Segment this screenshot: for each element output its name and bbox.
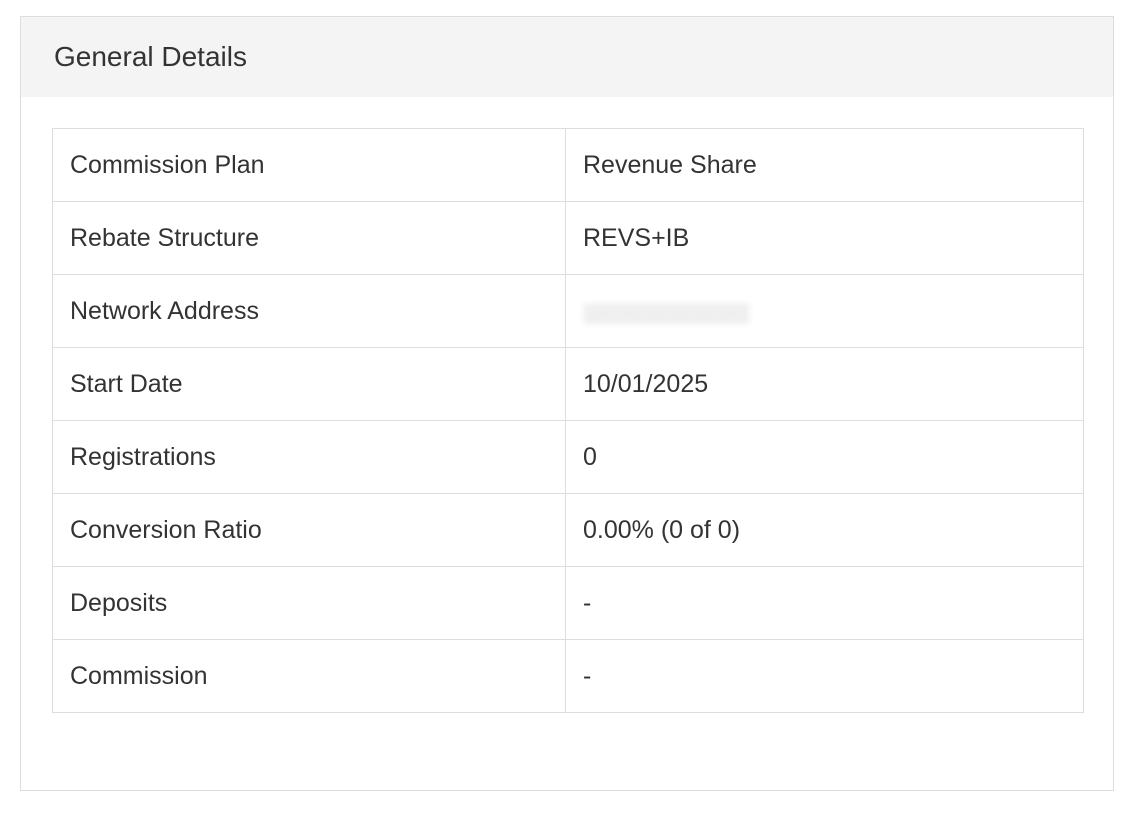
table-row-registrations: Registrations 0 [52,420,1084,494]
row-value: 0 [565,420,1084,494]
table-row-commission-plan: Commission Plan Revenue Share [52,128,1084,202]
row-value: 0.00% (0 of 0) [565,493,1084,567]
panel-body: Commission Plan Revenue Share Rebate Str… [21,97,1113,713]
row-value: - [565,566,1084,640]
table-row-start-date: Start Date 10/01/2025 [52,347,1084,421]
panel-header: General Details [21,17,1113,97]
table-row-network-address: Network Address ░░░░░░░░░░░░░ [52,274,1084,348]
row-label: Conversion Ratio [52,493,566,567]
table-row-conversion-ratio: Conversion Ratio 0.00% (0 of 0) [52,493,1084,567]
general-details-panel: General Details Commission Plan Revenue … [20,16,1114,791]
row-label: Network Address [52,274,566,348]
row-label: Registrations [52,420,566,494]
table-row-deposits: Deposits - [52,566,1084,640]
row-value: ░░░░░░░░░░░░░ [565,274,1084,348]
row-label: Commission [52,639,566,713]
details-table: Commission Plan Revenue Share Rebate Str… [52,128,1084,713]
table-row-commission: Commission - [52,639,1084,713]
panel-title: General Details [54,41,247,72]
row-label: Start Date [52,347,566,421]
table-row-rebate-structure: Rebate Structure REVS+IB [52,201,1084,275]
row-label: Commission Plan [52,128,566,202]
obscured-network-address: ░░░░░░░░░░░░░ [583,302,749,323]
row-value: - [565,639,1084,713]
row-label: Rebate Structure [52,201,566,275]
row-label: Deposits [52,566,566,640]
row-value: 10/01/2025 [565,347,1084,421]
row-value: REVS+IB [565,201,1084,275]
row-value: Revenue Share [565,128,1084,202]
